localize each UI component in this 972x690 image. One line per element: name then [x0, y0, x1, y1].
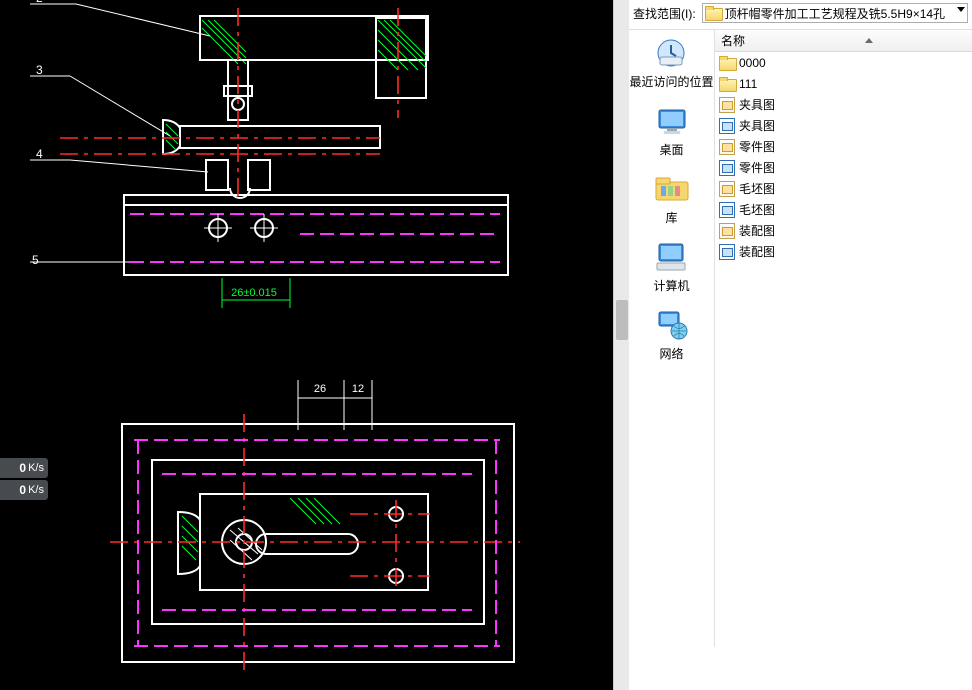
file-name: 零件图	[739, 138, 775, 155]
dwg-blue-icon	[719, 202, 735, 218]
net-speed-up: 0K/s	[0, 458, 48, 478]
library-icon	[654, 174, 690, 204]
folder-icon	[719, 77, 735, 91]
file-name: 夹具图	[739, 96, 775, 113]
place-library[interactable]: 库	[654, 172, 690, 226]
file-name: 毛坯图	[739, 180, 775, 197]
callout-2: 2	[36, 0, 43, 5]
dwg-icon	[719, 139, 735, 155]
current-folder-name: 顶杆帽零件加工工艺规程及铣5.5H9×14孔	[725, 5, 945, 22]
dimension-26: 26	[314, 383, 326, 395]
dwg-blue-icon	[719, 244, 735, 260]
look-in-dropdown[interactable]: 顶杆帽零件加工工艺规程及铣5.5H9×14孔	[702, 3, 968, 23]
open-file-dialog: 查找范围(I): 顶杆帽零件加工工艺规程及铣5.5H9×14孔 最近访问的位置	[629, 0, 972, 690]
net-speed-down: 0K/s	[0, 480, 48, 500]
dwg-blue-icon	[719, 118, 735, 134]
dwg-icon	[719, 223, 735, 239]
file-list: 名称 0000111夹具图夹具图零件图零件图毛坯图毛坯图装配图装配图	[715, 30, 972, 647]
file-row[interactable]: 夹具图	[715, 115, 972, 136]
file-row[interactable]: 夹具图	[715, 94, 972, 115]
cad-drawing: 26±0.015 2 3 4 5 26 12	[0, 0, 613, 690]
recent-icon	[654, 37, 688, 69]
desktop-icon	[655, 106, 689, 136]
place-desktop[interactable]: 桌面	[654, 104, 690, 158]
file-name: 毛坯图	[739, 201, 775, 218]
file-row[interactable]: 0000	[715, 52, 972, 73]
file-row[interactable]: 装配图	[715, 241, 972, 262]
file-name: 夹具图	[739, 117, 775, 134]
folder-icon	[705, 6, 721, 20]
file-row[interactable]: 毛坯图	[715, 178, 972, 199]
computer-icon	[654, 241, 688, 273]
file-row[interactable]: 零件图	[715, 136, 972, 157]
callout-4: 4	[36, 147, 43, 161]
search-scope-label: 查找范围(I):	[633, 5, 696, 22]
sort-asc-icon	[865, 38, 873, 43]
place-recent[interactable]: 最近访问的位置	[629, 36, 713, 90]
file-row[interactable]: 111	[715, 73, 972, 94]
file-name: 零件图	[739, 159, 775, 176]
file-row[interactable]: 装配图	[715, 220, 972, 241]
cad-viewport[interactable]: 26±0.015 2 3 4 5 26 12	[0, 0, 613, 690]
place-network[interactable]: 网络	[654, 308, 690, 362]
dwg-icon	[719, 181, 735, 197]
file-name: 0000	[739, 56, 766, 70]
callout-5: 5	[32, 253, 39, 267]
places-bar: 最近访问的位置 桌面	[629, 30, 715, 647]
folder-icon	[719, 56, 735, 70]
dimension-12: 12	[352, 383, 364, 395]
file-name: 111	[739, 77, 757, 91]
dimension-text: 26±0.015	[231, 287, 277, 299]
file-name: 装配图	[739, 222, 775, 239]
place-computer[interactable]: 计算机	[653, 240, 689, 294]
file-row[interactable]: 零件图	[715, 157, 972, 178]
callout-3: 3	[36, 63, 43, 77]
dwg-icon	[719, 97, 735, 113]
network-icon	[655, 309, 689, 341]
chevron-down-icon	[957, 7, 965, 12]
dwg-blue-icon	[719, 160, 735, 176]
file-row[interactable]: 毛坯图	[715, 199, 972, 220]
cad-vertical-scrollbar[interactable]	[613, 0, 629, 690]
file-name: 装配图	[739, 243, 775, 260]
column-header-name[interactable]: 名称	[715, 30, 972, 52]
scrollbar-thumb[interactable]	[616, 300, 628, 340]
